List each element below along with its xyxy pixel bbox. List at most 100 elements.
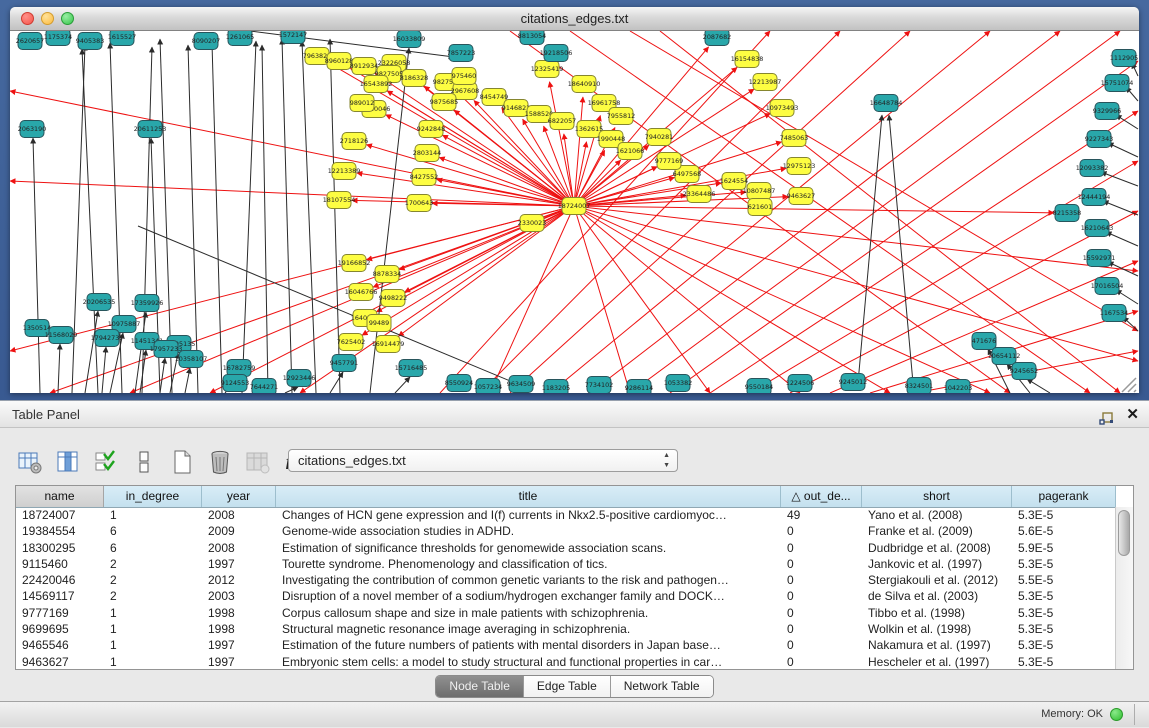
graph-node[interactable]: 99489 xyxy=(367,315,391,332)
graph-node[interactable]: 1621066 xyxy=(616,143,644,160)
tab-node-table[interactable]: Node Table xyxy=(436,676,524,697)
graph-node[interactable]: 2718126 xyxy=(340,133,368,150)
graph-node[interactable]: 20611253 xyxy=(134,121,167,138)
graph-node[interactable]: 7940281 xyxy=(645,129,673,146)
float-panel-icon[interactable] xyxy=(1099,408,1114,422)
table-row[interactable]: 977716911998Corpus callosum shape and si… xyxy=(16,605,1116,621)
maximize-window-button[interactable] xyxy=(61,12,74,25)
graph-node[interactable]: 2620657 xyxy=(16,33,44,50)
graph-node[interactable]: 1053382 xyxy=(664,375,692,392)
graph-node[interactable]: 8427552 xyxy=(410,169,438,186)
tab-edge-table[interactable]: Edge Table xyxy=(524,676,611,697)
graph-node[interactable]: 12213389 xyxy=(328,163,361,180)
graph-node[interactable]: 1261065 xyxy=(226,31,254,46)
graph-node[interactable]: 10358107 xyxy=(175,351,208,368)
new-table-button[interactable] xyxy=(168,449,195,476)
graph-node[interactable]: 9777169 xyxy=(655,153,683,170)
graph-node[interactable]: 1224506 xyxy=(786,375,814,392)
column-chooser-button[interactable] xyxy=(130,449,157,476)
graph-node[interactable]: 8813054 xyxy=(518,31,546,45)
graph-hub-node[interactable]: 18724007 xyxy=(558,198,591,215)
graph-node[interactable]: 7955812 xyxy=(607,108,635,125)
table-panel-header[interactable]: Table Panel ✕ xyxy=(0,401,1149,428)
graph-node[interactable]: 471676 xyxy=(972,333,996,350)
tab-network-table[interactable]: Network Table xyxy=(611,676,713,697)
graph-node[interactable]: 2087682 xyxy=(703,31,731,46)
graph-node[interactable]: 23364486 xyxy=(683,186,716,203)
graph-node[interactable]: 9242848 xyxy=(417,121,445,138)
graph-node[interactable]: 9124553 xyxy=(221,375,249,392)
select-all-button[interactable] xyxy=(92,449,119,476)
graph-node[interactable]: 12213987 xyxy=(749,74,782,91)
graph-node[interactable]: 16033809 xyxy=(393,31,426,48)
graph-node[interactable]: 11568029 xyxy=(45,327,78,344)
table-row[interactable]: 1938455462009Genome-wide association stu… xyxy=(16,523,1116,539)
graph-node[interactable]: 9245652 xyxy=(1010,363,1038,380)
graph-node[interactable]: 9227343 xyxy=(1085,131,1113,148)
table-row[interactable]: 1872400712008Changes of HCN gene express… xyxy=(16,507,1116,523)
graph-node[interactable]: 1112905 xyxy=(1110,50,1138,67)
graph-node[interactable]: 8215358 xyxy=(1053,205,1081,222)
graph-node[interactable]: 7734102 xyxy=(585,377,613,394)
network-canvas[interactable]: 7963822896012889129342322605898275051654… xyxy=(10,31,1139,393)
graph-node[interactable]: 16648784 xyxy=(870,95,903,112)
graph-node[interactable]: 15751074 xyxy=(1101,75,1134,92)
graph-node[interactable]: 7857223 xyxy=(447,45,475,62)
column-header-in_degree[interactable]: in_degree xyxy=(104,486,202,507)
scrollbar-thumb[interactable] xyxy=(1118,510,1130,556)
graph-node[interactable]: 975460 xyxy=(452,68,476,85)
graph-node[interactable]: 621601 xyxy=(748,199,772,216)
table-row[interactable]: 946362711997Embryonic stem cells: a mode… xyxy=(16,654,1116,670)
table-row[interactable]: 911546021997Tourette syndrome. Phenomeno… xyxy=(16,556,1116,572)
network-view-window[interactable]: citations_edges.txt 79638228960128891293… xyxy=(10,7,1139,393)
graph-node[interactable]: 10654112 xyxy=(988,348,1021,365)
column-header-title[interactable]: title xyxy=(276,486,781,507)
graph-node[interactable]: 2803144 xyxy=(413,145,441,162)
graph-node[interactable]: 1175374 xyxy=(44,31,72,46)
graph-node[interactable]: 9457791 xyxy=(330,355,358,372)
graph-node[interactable]: 12975123 xyxy=(783,158,816,175)
graph-node[interactable]: 7485063 xyxy=(780,130,808,147)
show-columns-button[interactable] xyxy=(54,449,81,476)
graph-node[interactable]: 1700643 xyxy=(405,195,433,212)
graph-node[interactable]: 6822057 xyxy=(548,113,576,130)
delete-table-button[interactable] xyxy=(206,449,233,476)
graph-node[interactable]: 9286114 xyxy=(625,380,653,394)
graph-node[interactable]: 2063190 xyxy=(18,121,46,138)
graph-node[interactable]: 9329966 xyxy=(1093,103,1121,120)
graph-node[interactable]: 15592971 xyxy=(1083,250,1116,267)
window-titlebar[interactable]: citations_edges.txt xyxy=(10,7,1139,31)
close-window-button[interactable] xyxy=(21,12,34,25)
graph-node[interactable]: 1615527 xyxy=(108,31,136,46)
graph-node[interactable]: 9875685 xyxy=(430,94,458,111)
column-header-pagerank[interactable]: pagerank xyxy=(1012,486,1116,507)
graph-node[interactable]: 20206535 xyxy=(83,294,116,311)
resize-grip-icon[interactable] xyxy=(1122,378,1136,392)
graph-node[interactable]: 12444194 xyxy=(1078,189,1111,206)
graph-node[interactable]: 10973493 xyxy=(766,100,799,117)
attribute-table[interactable]: namein_degreeyeartitle△ out_de...shortpa… xyxy=(15,485,1134,670)
graph-node[interactable]: 16210643 xyxy=(1081,220,1114,237)
minimize-window-button[interactable] xyxy=(41,12,54,25)
graph-node[interactable]: 989012 xyxy=(350,95,374,112)
graph-node[interactable]: 16543892 xyxy=(360,76,393,93)
network-graph[interactable]: 7963822896012889129342322605898275051654… xyxy=(10,31,1139,393)
graph-node[interactable]: 19166852 xyxy=(338,255,371,272)
graph-node[interactable]: 8324501 xyxy=(905,378,933,394)
close-panel-icon[interactable]: ✕ xyxy=(1126,407,1139,422)
table-row[interactable]: 2242004622012Investigating the contribut… xyxy=(16,572,1116,588)
graph-node[interactable]: 7644271 xyxy=(250,379,278,394)
graph-node[interactable]: 1624554 xyxy=(720,173,748,190)
graph-node[interactable]: 16782759 xyxy=(223,360,256,377)
graph-node[interactable]: 9405383 xyxy=(76,33,104,50)
table-row[interactable]: 969969511998Structural magnetic resonanc… xyxy=(16,621,1116,637)
graph-node[interactable]: 8090207 xyxy=(192,33,220,50)
graph-node[interactable]: 15716485 xyxy=(395,360,428,377)
graph-node[interactable]: 16914479 xyxy=(372,336,405,353)
graph-node[interactable]: 1572147 xyxy=(279,31,307,44)
graph-node[interactable]: 18640910 xyxy=(568,76,601,93)
graph-node[interactable]: 17016504 xyxy=(1091,278,1124,295)
graph-node[interactable]: 9463627 xyxy=(787,188,815,205)
table-settings-button[interactable] xyxy=(16,449,43,476)
table-row[interactable]: 946554611997Estimation of the future num… xyxy=(16,637,1116,653)
